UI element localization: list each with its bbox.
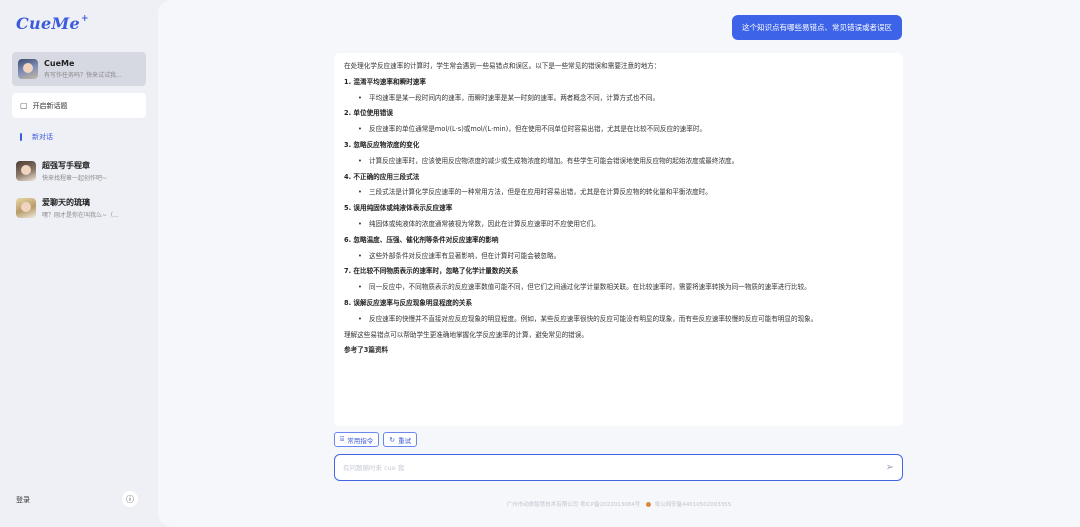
agent-avatar xyxy=(18,59,38,79)
chat-bubble-icon: ▢ xyxy=(20,101,28,110)
avatar xyxy=(16,198,36,218)
answer-heading: 3. 忽略反应物浓度的变化 xyxy=(344,140,420,149)
new-topic-label: 开启新话题 xyxy=(32,101,68,110)
avatar xyxy=(16,161,36,181)
common-commands-button[interactable]: ⌸ 常用指令 xyxy=(334,432,380,447)
refresh-icon: ↻ xyxy=(389,435,396,444)
common-commands-label: 常用指令 xyxy=(347,436,374,445)
answer-bullet: 同一反应中，不同物质表示的反应速率数值可能不同，但它们之间通过化学计量数相关联。… xyxy=(358,282,893,294)
answer-references: 参考了3篇资料 xyxy=(344,346,389,355)
answer-bullet: 反应速率的快慢并不直接对应反应现象的明显程度。例如，某些反应速率很快的反应可能没… xyxy=(358,314,893,326)
assistant-answer: 在处理化学反应速率的计算时，学生常会遇到一些易错点和误区。以下是一些常见的错误和… xyxy=(334,53,903,426)
conversation-subtitle: 快来找程章一起创作吧~ xyxy=(42,175,108,182)
answer-bullet: 计算反应速率时，应该使用反应物浓度的减少或生成物浓度的增加。有些学生可能会错误地… xyxy=(358,156,893,168)
info-icon[interactable]: ⓘ xyxy=(122,491,138,507)
new-topic-button[interactable]: ▢ 开启新话题 xyxy=(12,93,146,118)
answer-bullet: 三段式法是计算化学反应速率的一种常用方法，但是在应用时容易出错，尤其是在计算反应… xyxy=(358,187,893,199)
retry-label: 重试 xyxy=(398,436,412,445)
conversation-item[interactable]: 爱聊天的琉璃 嘿？刚才是你在叫我么~（... xyxy=(16,195,150,221)
answer-heading: 6. 忽略温度、压强、催化剂等条件对反应速率的影响 xyxy=(344,235,499,244)
user-message-bubble: 这个知识点有哪些易错点、常见错误或者误区 xyxy=(732,15,902,40)
chat-main: 这个知识点有哪些易错点、常见错误或者误区 在处理化学反应速率的计算时，学生常会遇… xyxy=(158,0,1080,527)
answer-bullet: 这些外部条件对反应速率有显著影响，但在计算时可能会被忽略。 xyxy=(358,251,893,263)
police-badge-icon xyxy=(646,501,652,507)
answer-bullet: 纯固体或纯液体的浓度通常被视为常数，因此在计算反应速率时不应使用它们。 xyxy=(358,219,893,231)
send-icon[interactable]: ➢ xyxy=(886,462,894,473)
icp-text[interactable]: 广州市动旅智慧技术有限公司 粤ICP备2022013084号 xyxy=(507,502,641,508)
footer: 广州市动旅智慧技术有限公司 粤ICP备2022013084号 粤公网安备4401… xyxy=(158,500,1080,508)
login-link[interactable]: 登录 xyxy=(16,495,30,505)
answer-heading: 5. 误用纯固体或纯液体表示反应速率 xyxy=(344,204,453,213)
answer-heading: 7. 在比较不同物质表示的速率时，忽略了化学计量数的关系 xyxy=(344,267,519,276)
action-row: ⌸ 常用指令 ↻ 重试 xyxy=(334,432,418,447)
chat-input-box: ➢ xyxy=(334,454,903,481)
conversation-subtitle: 嘿？刚才是你在叫我么~（... xyxy=(42,212,119,219)
conversation-title: 爱聊天的琉璃 xyxy=(42,198,90,207)
answer-conclusion: 理解这些易错点可以帮助学生更准确地掌握化学反应速率的计算，避免常见的错误。 xyxy=(344,330,588,339)
answer-bullet: 反应速率的单位通常是mol/(L·s)或mol/(L·min)，但在使用不同单位… xyxy=(358,124,893,136)
agent-card-cueme[interactable]: CueMe 有写作任务吗？快来试试我... xyxy=(12,52,146,86)
sidebar: CueMe+ CueMe 有写作任务吗？快来试试我... ▢ 开启新话题 新对话… xyxy=(0,0,158,527)
chat-input[interactable] xyxy=(343,463,886,472)
current-conversation[interactable]: 新对话 xyxy=(20,132,53,142)
agent-name: CueMe xyxy=(44,59,75,68)
current-conversation-label: 新对话 xyxy=(32,133,53,141)
answer-heading: 2. 单位使用错误 xyxy=(344,109,393,118)
answer-heading: 4. 不正确的应用三段式法 xyxy=(344,172,420,181)
answer-heading: 1. 混淆平均速率和瞬时速率 xyxy=(344,77,426,86)
agent-subtitle: 有写作任务吗？快来试试我... xyxy=(44,72,122,79)
conversation-title: 超强写手程章 xyxy=(42,161,90,170)
command-icon: ⌸ xyxy=(340,435,345,443)
police-text[interactable]: 粤公网安备44010502003355 xyxy=(655,502,732,508)
conversation-item[interactable]: 超强写手程章 快来找程章一起创作吧~ xyxy=(16,158,150,184)
answer-heading: 8. 误解反应速率与反应现象明显程度的关系 xyxy=(344,298,473,307)
answer-intro: 在处理化学反应速率的计算时，学生常会遇到一些易错点和误区。以下是一些常见的错误和… xyxy=(344,62,661,70)
app-logo[interactable]: CueMe+ xyxy=(16,14,89,33)
answer-bullet: 平均速率是某一段时间内的速率，而瞬时速率是某一时刻的速率。两者概念不同，计算方式… xyxy=(358,93,893,105)
active-indicator xyxy=(20,133,22,141)
retry-button[interactable]: ↻ 重试 xyxy=(383,432,418,447)
